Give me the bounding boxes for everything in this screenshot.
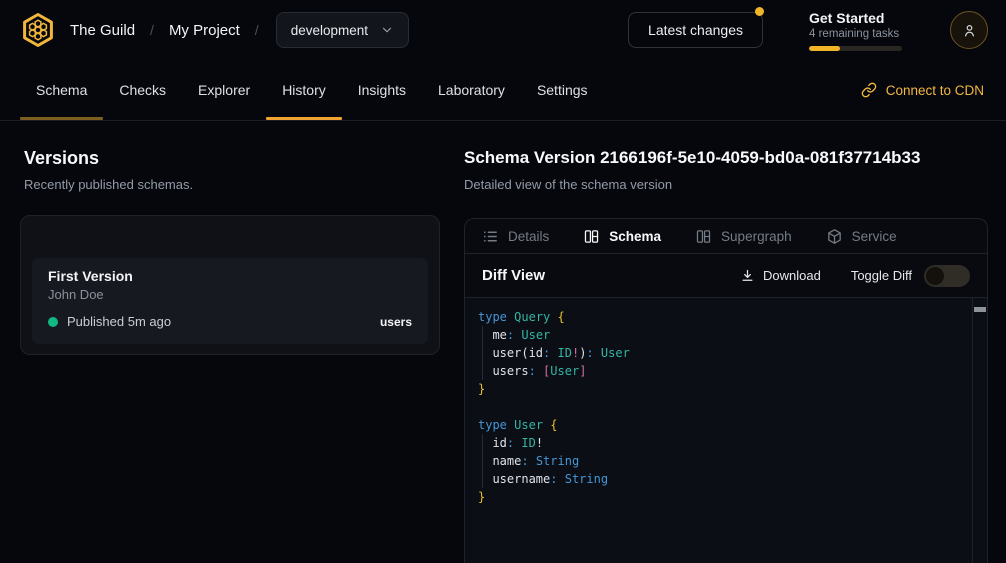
code-block: type Query { me: User user(id: ID!): Use…	[478, 308, 961, 506]
breadcrumb-org[interactable]: The Guild	[70, 22, 135, 39]
cube-icon	[826, 228, 843, 245]
diff-view-title: Diff View	[482, 267, 545, 284]
nav-tab-schema[interactable]: Schema	[20, 60, 103, 120]
versions-subtitle: Recently published schemas.	[24, 176, 440, 193]
main-content: Versions Recently published schemas. Fir…	[0, 121, 1006, 563]
connect-to-cdn-link[interactable]: Connect to CDN	[861, 60, 984, 120]
person-icon	[961, 22, 978, 39]
code-line: type Query {	[478, 308, 961, 326]
version-detail-panel: Schema Version 2166196f-5e10-4059-bd0a-0…	[464, 121, 988, 563]
target-selector[interactable]: development	[276, 12, 409, 48]
nav-tab-label: Laboratory	[438, 82, 505, 98]
user-avatar[interactable]	[950, 11, 988, 49]
download-icon	[740, 268, 755, 283]
published-status-dot	[48, 317, 58, 327]
version-detail-subtitle: Detailed view of the schema version	[464, 176, 988, 193]
nav-tab-checks[interactable]: Checks	[103, 60, 182, 120]
download-label: Download	[763, 268, 821, 283]
code-line: id: ID!	[478, 434, 961, 452]
breadcrumb-project[interactable]: My Project	[169, 22, 240, 39]
detail-tab-service[interactable]: Service	[826, 228, 897, 245]
detail-tab-details[interactable]: Details	[482, 228, 549, 245]
detail-tabs: Details Schema Supergraph Service	[465, 219, 987, 254]
nav-tab-label: History	[282, 82, 326, 98]
detail-tab-label: Service	[852, 229, 897, 244]
nav-tab-underline	[266, 117, 342, 120]
code-line: me: User	[478, 326, 961, 344]
version-list-item[interactable]: First Version John Doe Published 5m ago …	[32, 258, 428, 344]
get-started-progress-fill	[809, 46, 840, 51]
toggle-knob	[926, 267, 944, 285]
toggle-diff-switch[interactable]	[924, 265, 970, 287]
code-scrollbar-track[interactable]	[972, 298, 987, 563]
version-status-row: Published 5m ago users	[48, 314, 412, 329]
code-line: }	[478, 380, 961, 398]
schema-detail-card: Details Schema Supergraph Service Diff View…	[464, 218, 988, 563]
code-line: name: String	[478, 452, 961, 470]
code-line: users: [User]	[478, 362, 961, 380]
code-line: type User {	[478, 416, 961, 434]
toggle-diff-label: Toggle Diff	[851, 268, 912, 283]
chevron-down-icon	[380, 23, 394, 37]
versions-title: Versions	[24, 147, 440, 169]
versions-panel: Versions Recently published schemas. Fir…	[20, 121, 440, 563]
latest-changes-button[interactable]: Latest changes	[628, 12, 763, 48]
code-line: user(id: ID!): User	[478, 344, 961, 362]
nav-tab-label: Explorer	[198, 82, 250, 98]
nav-tabs: Schema Checks Explorer History Insights Labor…	[20, 60, 604, 120]
nav-tab-underline	[20, 117, 103, 120]
main-nav: Schema Checks Explorer History Insights Labor…	[0, 60, 1006, 121]
get-started-subtitle: 4 remaining tasks	[809, 28, 902, 40]
hive-logo-icon[interactable]	[18, 10, 58, 50]
schema-code-viewer[interactable]: type Query { me: User user(id: ID!): Use…	[465, 298, 987, 563]
nav-tab-history[interactable]: History	[266, 60, 342, 120]
notification-dot	[755, 7, 764, 16]
top-header: The Guild / My Project / development Lat…	[0, 0, 1006, 60]
code-line: }	[478, 488, 961, 506]
version-list-card: First Version John Doe Published 5m ago …	[20, 215, 440, 355]
code-scrollbar-thumb[interactable]	[974, 307, 986, 312]
connect-to-cdn-label: Connect to CDN	[886, 83, 984, 98]
breadcrumb-separator: /	[150, 22, 154, 38]
link-icon	[861, 82, 877, 98]
version-detail-title: Schema Version 2166196f-5e10-4059-bd0a-0…	[464, 147, 988, 169]
detail-tab-label: Supergraph	[721, 229, 792, 244]
list-icon	[482, 228, 499, 245]
nav-tab-label: Schema	[36, 82, 87, 98]
code-line	[478, 398, 961, 416]
columns-icon	[583, 228, 600, 245]
service-name-badge: users	[380, 315, 412, 329]
columns-icon	[695, 228, 712, 245]
nav-tab-label: Checks	[119, 82, 166, 98]
breadcrumb-separator: /	[255, 22, 259, 38]
target-selector-value: development	[291, 23, 368, 38]
nav-tab-label: Insights	[358, 82, 406, 98]
diff-view-header: Diff View Download Toggle Diff	[465, 254, 987, 298]
nav-tab-laboratory[interactable]: Laboratory	[422, 60, 521, 120]
download-button[interactable]: Download	[740, 268, 821, 283]
get-started-progress-track	[809, 46, 902, 51]
version-author: John Doe	[48, 287, 412, 302]
nav-tab-label: Settings	[537, 82, 588, 98]
code-line: username: String	[478, 470, 961, 488]
nav-tab-explorer[interactable]: Explorer	[182, 60, 266, 120]
nav-tab-insights[interactable]: Insights	[342, 60, 422, 120]
get-started-title: Get Started	[809, 10, 902, 26]
diff-actions: Download Toggle Diff	[740, 265, 970, 287]
nav-tab-settings[interactable]: Settings	[521, 60, 604, 120]
published-status-label: Published 5m ago	[67, 314, 171, 329]
detail-tab-supergraph[interactable]: Supergraph	[695, 228, 792, 245]
version-name: First Version	[48, 268, 412, 284]
breadcrumb: The Guild / My Project /	[70, 22, 274, 39]
get-started-widget[interactable]: Get Started 4 remaining tasks	[809, 10, 902, 51]
detail-tab-label: Details	[508, 229, 549, 244]
latest-changes-wrap: Latest changes	[628, 12, 763, 48]
detail-tab-schema[interactable]: Schema	[583, 228, 661, 245]
detail-tab-label: Schema	[609, 229, 661, 244]
